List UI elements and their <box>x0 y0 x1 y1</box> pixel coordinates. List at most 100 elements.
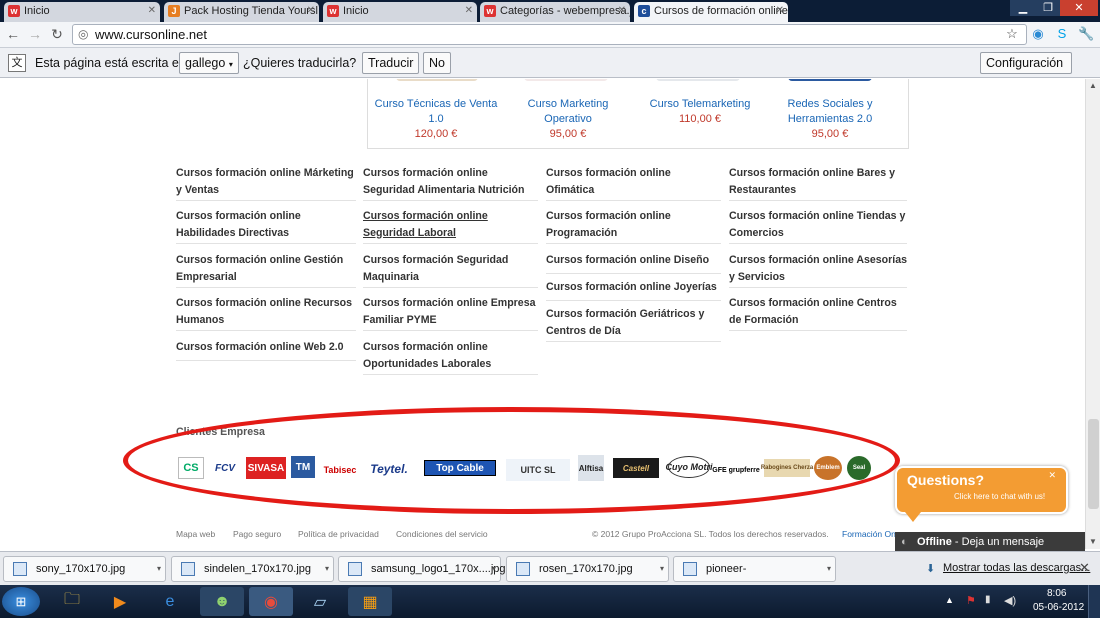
category-link[interactable]: Cursos formación online Ofimática <box>546 165 721 201</box>
chat-close-icon[interactable]: ✕ <box>1048 470 1056 481</box>
category-link[interactable]: Cursos formación online Joyerías <box>546 279 721 301</box>
scroll-down-icon[interactable]: ▼ <box>1089 537 1097 546</box>
wrench-icon[interactable]: 🔧 <box>1078 26 1094 42</box>
category-link[interactable]: Cursos formación online Bares y Restaura… <box>729 165 907 201</box>
media-player-taskbar-icon[interactable]: ▶ <box>98 587 142 616</box>
show-all-downloads-link[interactable]: Mostrar todas las descargas... <box>943 562 1090 574</box>
explorer-taskbar-icon[interactable]: 🗀 <box>50 587 94 616</box>
footer-link[interactable]: Política de privacidad <box>298 529 379 539</box>
footer-link[interactable]: Mapa web <box>176 529 215 539</box>
category-link[interactable]: Cursos formación online Programación <box>546 208 721 244</box>
product-name[interactable]: Redes Sociales y Herramientas 2.0 <box>778 97 882 127</box>
tab-label: Inicio <box>24 5 50 17</box>
tab-cursos[interactable]: c Cursos de formación online ✕ <box>634 2 788 22</box>
footer-copyright: © 2012 Grupo ProAcciona SL. Todos los de… <box>592 529 829 539</box>
clock-time[interactable]: 8:06 <box>1047 588 1066 599</box>
close-icon[interactable]: ✕ <box>618 2 626 20</box>
vertical-scrollbar[interactable]: ▲ ▼ <box>1085 79 1100 549</box>
language-select[interactable]: gallego ▾ <box>179 52 239 74</box>
flag-icon[interactable]: ⚑ <box>966 594 976 607</box>
close-icon[interactable]: ✕ <box>465 2 473 20</box>
chat-title: Questions? <box>907 472 985 488</box>
product-card[interactable]: Curso Marketing Operativo 95,00 € <box>506 97 630 142</box>
close-icon[interactable]: ✕ <box>776 2 784 20</box>
scrollbar-thumb[interactable] <box>1088 419 1099 509</box>
paint-taskbar-icon[interactable]: ▦ <box>348 587 392 616</box>
category-link[interactable]: Cursos formación online Diseño <box>546 252 721 274</box>
clock-date[interactable]: 05-06-2012 <box>1033 602 1084 613</box>
chrome-taskbar-icon[interactable]: ◉ <box>249 587 293 616</box>
tab-pack-hosting[interactable]: J Pack Hosting Tienda Yoursl ✕ <box>164 2 319 22</box>
download-item[interactable]: sony_170x170.jpg ▾ <box>3 556 166 582</box>
category-link[interactable]: Cursos formación online Oportunidades La… <box>363 339 538 375</box>
skype-icon[interactable]: S <box>1054 26 1070 42</box>
extension-eye-icon[interactable]: ◉ <box>1030 26 1046 42</box>
download-item[interactable]: rosen_170x170.jpg ▾ <box>506 556 669 582</box>
product-image <box>656 79 740 81</box>
category-link[interactable]: Cursos formación Geriátricos y Centros d… <box>546 306 721 342</box>
no-button[interactable]: No <box>423 52 451 74</box>
maximize-icon[interactable]: ❐ <box>1036 0 1060 16</box>
network-icon[interactable]: ▮ <box>985 594 991 605</box>
category-link[interactable]: Cursos formación online Tiendas y Comerc… <box>729 208 907 244</box>
chevron-down-icon[interactable]: ▾ <box>492 557 496 581</box>
back-icon[interactable]: ← <box>4 25 22 43</box>
show-desktop-button[interactable] <box>1088 585 1100 618</box>
category-link[interactable]: Cursos formación online Seguridad Labora… <box>363 208 538 244</box>
window-close-icon[interactable]: ✕ <box>1060 0 1098 16</box>
category-link[interactable]: Cursos formación online Asesorías y Serv… <box>729 252 907 288</box>
category-link[interactable]: Cursos formación online Habilidades Dire… <box>176 208 356 244</box>
product-card[interactable]: Curso Telemarketing 110,00 € <box>638 97 762 127</box>
app-taskbar-icon[interactable]: ☻ <box>200 587 244 616</box>
address-bar[interactable]: ◎ www.cursonline.net <box>72 24 1027 45</box>
chevron-down-icon[interactable]: ▾ <box>660 557 664 581</box>
product-price: 95,00 € <box>811 128 849 140</box>
volume-icon[interactable]: ◀) <box>1004 594 1016 607</box>
settings-dropdown[interactable]: Configuración ▾ <box>980 52 1072 89</box>
window-taskbar-icon[interactable]: ▱ <box>298 587 342 616</box>
close-icon[interactable]: ✕ <box>148 2 156 20</box>
internet-explorer-taskbar-icon[interactable]: e <box>148 587 192 616</box>
minimize-icon[interactable]: ▁ <box>1010 0 1036 16</box>
chevron-down-icon[interactable]: ▾ <box>157 557 161 581</box>
product-name[interactable]: Curso Telemarketing <box>638 97 762 112</box>
close-downloads-icon[interactable]: ✕ <box>1079 560 1090 576</box>
chat-widget[interactable]: Questions? ✕ Click here to chat with us! <box>895 466 1068 514</box>
category-link[interactable]: Cursos formación online Recursos Humanos <box>176 295 356 331</box>
download-item[interactable]: sindelen_170x170.jpg ▾ <box>171 556 334 582</box>
category-link[interactable]: Cursos formación Seguridad Maquinaria <box>363 252 538 288</box>
tab-inicio-2[interactable]: w Inicio ✕ <box>323 2 477 22</box>
download-item[interactable]: samsung_logo1_170x....jpg ▾ <box>338 556 506 582</box>
product-name[interactable]: Curso Técnicas de Venta 1.0 <box>370 97 502 127</box>
category-link[interactable]: Cursos formación online Web 2.0 <box>176 339 356 361</box>
chevron-down-icon[interactable]: ▾ <box>325 557 329 581</box>
translate-icon: 文 <box>8 54 26 72</box>
tab-categorias[interactable]: w Categorías - webempresa.jo ✕ <box>480 2 630 22</box>
product-card[interactable]: Redes Sociales y Herramientas 2.0 95,00 … <box>778 97 882 142</box>
forward-icon[interactable]: → <box>26 25 44 43</box>
w-icon: w <box>8 5 20 17</box>
category-link[interactable]: Cursos formación online Márketing y Vent… <box>176 165 356 201</box>
star-icon[interactable]: ☆ <box>1004 26 1020 42</box>
offline-bar[interactable]: ◐ Offline - Deja un mensaje <box>895 532 1085 552</box>
download-item[interactable]: pioneer-logo1_170x1....jpg▾ <box>673 556 836 599</box>
category-link[interactable]: Cursos formación online Empresa Familiar… <box>363 295 538 331</box>
reload-icon[interactable]: ↻ <box>48 25 66 43</box>
footer-link[interactable]: Condiciones del servicio <box>396 529 488 539</box>
scroll-up-icon[interactable]: ▲ <box>1089 81 1097 90</box>
tab-inicio-1[interactable]: w Inicio ✕ <box>4 2 160 22</box>
footer-brand-link[interactable]: Formación On <box>842 529 896 539</box>
download-filename: sindelen_170x170.jpg <box>204 563 312 575</box>
tray-expand-icon[interactable]: ▲ <box>945 595 954 605</box>
start-button[interactable]: ⊞ <box>2 587 40 616</box>
product-name[interactable]: Curso Marketing Operativo <box>506 97 630 127</box>
footer-link[interactable]: Pago seguro <box>233 529 281 539</box>
chevron-down-icon[interactable]: ▾ <box>827 557 831 581</box>
product-card[interactable]: Curso Técnicas de Venta 1.0 120,00 € <box>370 97 502 142</box>
category-link[interactable]: Cursos formación online Centros de Forma… <box>729 295 907 331</box>
chat-pointer <box>905 512 921 522</box>
category-link[interactable]: Cursos formación online Seguridad Alimen… <box>363 165 538 201</box>
translate-button[interactable]: Traducir <box>362 52 420 74</box>
category-link[interactable]: Cursos formación online Gestión Empresar… <box>176 252 356 288</box>
close-icon[interactable]: ✕ <box>307 2 315 20</box>
